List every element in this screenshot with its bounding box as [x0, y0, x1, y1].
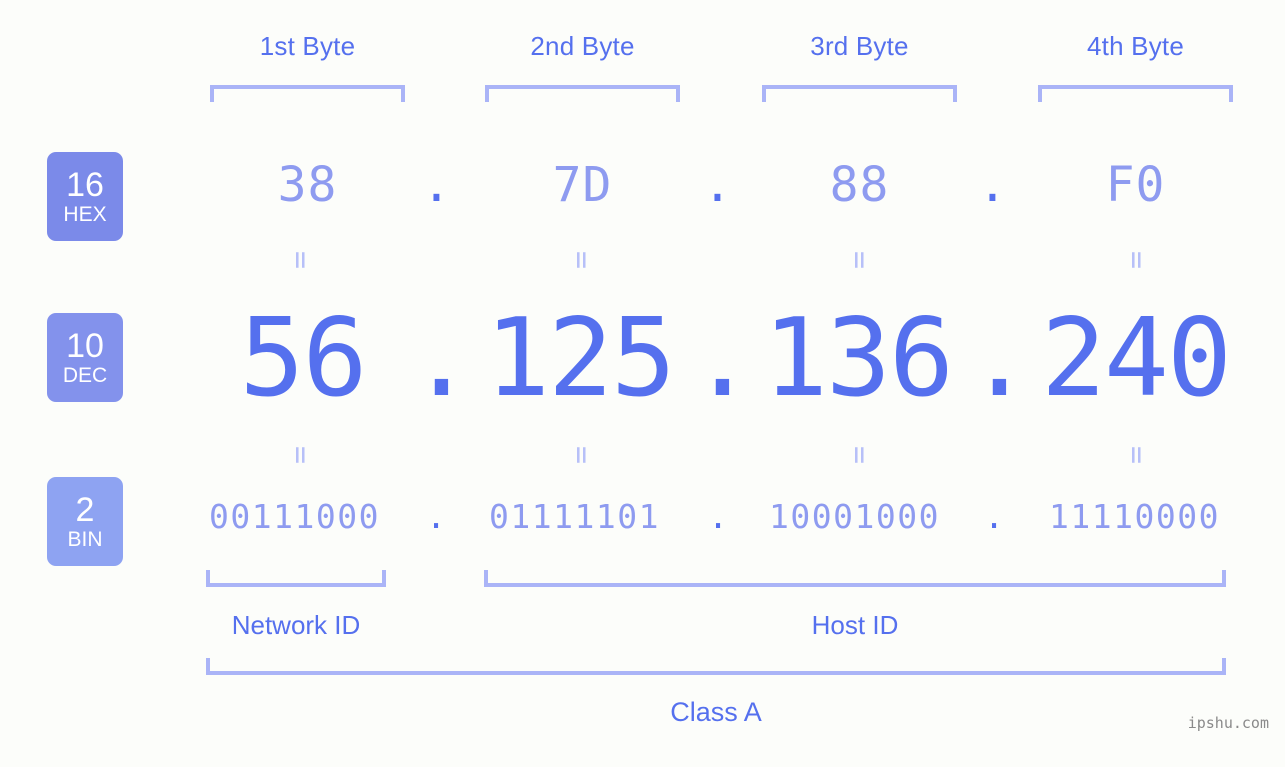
base-badge-hex: 16 HEX [47, 152, 123, 241]
base-badge-bin: 2 BIN [47, 477, 123, 566]
binary-separator-2: . [708, 497, 728, 536]
hex-octet-2: 7D [552, 157, 613, 213]
host-id-bracket [484, 570, 1226, 587]
base-badge-bin-name: BIN [67, 528, 103, 551]
decimal-octet-2: 125 [484, 296, 676, 421]
binary-octet-3: 10001000 [769, 497, 940, 536]
equals-icon-hex-dec-1: = [283, 250, 318, 270]
byte-bracket-1 [210, 85, 405, 102]
equals-icon-hex-dec-4: = [1119, 250, 1154, 270]
class-label: Class A [670, 697, 762, 727]
hex-separator-2: . [703, 157, 732, 213]
equals-icon-dec-bin-3: = [842, 445, 877, 465]
decimal-octet-4: 240 [1040, 296, 1232, 421]
hex-octet-4: F0 [1105, 157, 1166, 213]
equals-icon-hex-dec-3: = [842, 250, 877, 270]
equals-icon-dec-bin-2: = [564, 445, 599, 465]
byte-bracket-2 [485, 85, 680, 102]
network-id-label: Network ID [231, 610, 361, 640]
binary-separator-1: . [426, 497, 446, 536]
binary-separator-3: . [984, 497, 1004, 536]
site-watermark: ipshu.com [1187, 714, 1269, 732]
decimal-octet-3: 136 [762, 296, 954, 421]
hex-separator-3: . [978, 157, 1007, 213]
ip-address-breakdown-diagram: 1st Byte 2nd Byte 3rd Byte 4th Byte 16 H… [0, 0, 1285, 767]
equals-icon-dec-bin-1: = [283, 445, 318, 465]
decimal-separator-3: . [967, 296, 1033, 421]
class-bracket [206, 658, 1226, 675]
byte-header-label-4: 4th Byte [1087, 31, 1184, 61]
base-badge-dec-name: DEC [62, 364, 108, 387]
hex-separator-1: . [422, 157, 451, 213]
binary-octet-2: 01111101 [489, 497, 660, 536]
binary-octet-1: 00111000 [209, 497, 380, 536]
byte-header-label-3: 3rd Byte [810, 31, 909, 61]
byte-bracket-3 [762, 85, 957, 102]
host-id-label: Host ID [811, 610, 899, 640]
base-badge-dec: 10 DEC [47, 313, 123, 402]
decimal-separator-1: . [409, 296, 475, 421]
base-badge-hex-number: 16 [66, 166, 104, 204]
byte-bracket-4 [1038, 85, 1233, 102]
binary-octet-4: 11110000 [1049, 497, 1220, 536]
base-badge-bin-number: 2 [75, 491, 95, 529]
equals-icon-dec-bin-4: = [1119, 445, 1154, 465]
byte-header-label-2: 2nd Byte [530, 31, 635, 61]
hex-octet-3: 88 [829, 157, 890, 213]
hex-octet-1: 38 [277, 157, 338, 213]
base-badge-hex-name: HEX [63, 203, 107, 226]
network-id-bracket [206, 570, 386, 587]
equals-icon-hex-dec-2: = [564, 250, 599, 270]
decimal-octet-1: 56 [239, 296, 367, 421]
base-badge-dec-number: 10 [66, 327, 104, 365]
byte-header-label-1: 1st Byte [259, 31, 356, 61]
